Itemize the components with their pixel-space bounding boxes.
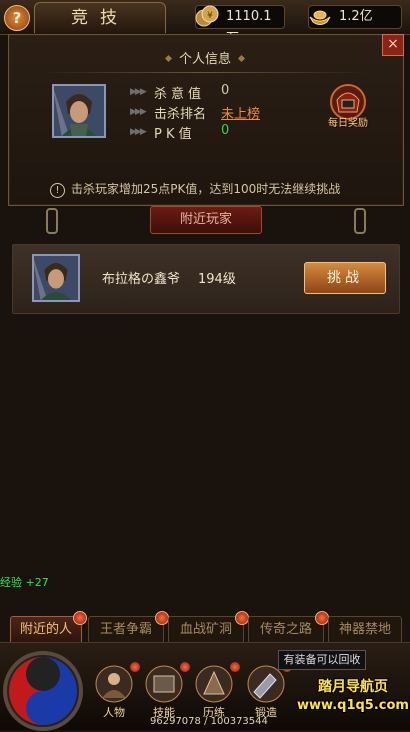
notification-dot-icon	[315, 611, 329, 625]
watermark-url: www.q1q5.com	[297, 698, 409, 713]
nav-forge[interactable]: 锻造	[240, 662, 292, 719]
personal-info-title-text: 个人信息	[178, 52, 231, 67]
avatar-frame	[32, 254, 80, 302]
watermark-title: 踏月导航页	[318, 679, 388, 695]
tab-blood-mine[interactable]: 血战矿洞	[168, 611, 249, 644]
nav-character-label: 人物	[103, 706, 125, 719]
chain-icon	[46, 208, 58, 234]
player-level: 194级	[198, 272, 236, 287]
tab-nearby[interactable]: 附近的人	[10, 611, 87, 644]
bullet-icon: ▶▶▶	[130, 107, 147, 117]
personal-info-title: 个人信息	[130, 48, 280, 67]
stat-value-kill-rank[interactable]: 未上榜	[221, 103, 260, 122]
watermark: 踏月导航页 www.q1q5.com	[296, 676, 410, 713]
pk-warning-text: 击杀玩家增加25点PK值，达到100时无法继续挑战	[71, 182, 341, 196]
equipment-recycle-tooltip[interactable]: 有装备可以回收	[278, 650, 366, 670]
divider	[40, 72, 370, 73]
stat-value-pk: 0	[221, 123, 230, 138]
help-button[interactable]: ?	[4, 5, 30, 31]
gold-currency: ¥ 1110.1万	[195, 5, 285, 46]
ingot-currency: 1.2亿	[308, 5, 402, 29]
nav-training[interactable]: 历练	[188, 662, 240, 719]
avatar-frame	[52, 84, 106, 138]
stat-label-pk: ▶▶▶ P K 值	[130, 127, 192, 142]
nearby-players-header: 附近玩家	[150, 206, 262, 234]
pk-warning: ! 击杀玩家增加25点PK值，达到100时无法继续挑战	[50, 180, 340, 198]
tab-king-contest[interactable]: 王者争霸	[88, 611, 169, 644]
notification-dot-icon	[155, 611, 169, 625]
diamond-icon	[164, 54, 173, 63]
hp-mp-orb-icon	[3, 651, 83, 731]
svg-text:¥: ¥	[207, 11, 213, 21]
bullet-icon: ▶▶▶	[130, 127, 147, 137]
tab-legend-road[interactable]: 传奇之路	[248, 611, 329, 644]
stat-label-kill-rank: ▶▶▶ 击杀排名	[130, 107, 207, 122]
notification-dot-icon	[230, 662, 240, 672]
nav-character[interactable]: 人物	[88, 662, 140, 719]
player-avatar	[32, 254, 80, 302]
self-avatar	[52, 84, 106, 138]
close-button[interactable]: ×	[382, 34, 404, 56]
tab-artifact-forbidden[interactable]: 神器禁地	[328, 616, 402, 644]
ingot-icon	[309, 10, 331, 25]
notification-dot-icon	[73, 611, 87, 625]
nav-skill[interactable]: 技能	[138, 662, 190, 719]
notification-dot-icon	[235, 611, 249, 625]
bullet-icon: ▶▶▶	[130, 87, 147, 97]
stat-label-kill-intent: ▶▶▶ 杀意值	[130, 87, 206, 102]
stat-value-kill-intent: 0	[221, 83, 230, 98]
page-title: 竞技	[34, 2, 166, 33]
exp-gain-text: 经验 +27	[0, 576, 49, 589]
player-name: 布拉格の鑫爷	[102, 272, 181, 287]
diamond-icon	[237, 54, 246, 63]
challenge-button[interactable]: 挑战	[304, 262, 386, 294]
ingot-amount: 1.2亿	[339, 9, 373, 24]
exp-counter: 96297078 / 100373544	[150, 716, 268, 727]
gold-coin-icon: ¥	[195, 5, 219, 27]
info-icon: !	[50, 183, 65, 198]
daily-reward-label: 每日奖励	[328, 118, 368, 129]
chain-icon	[354, 208, 366, 234]
daily-reward-button[interactable]: 每日奖励	[320, 80, 376, 140]
